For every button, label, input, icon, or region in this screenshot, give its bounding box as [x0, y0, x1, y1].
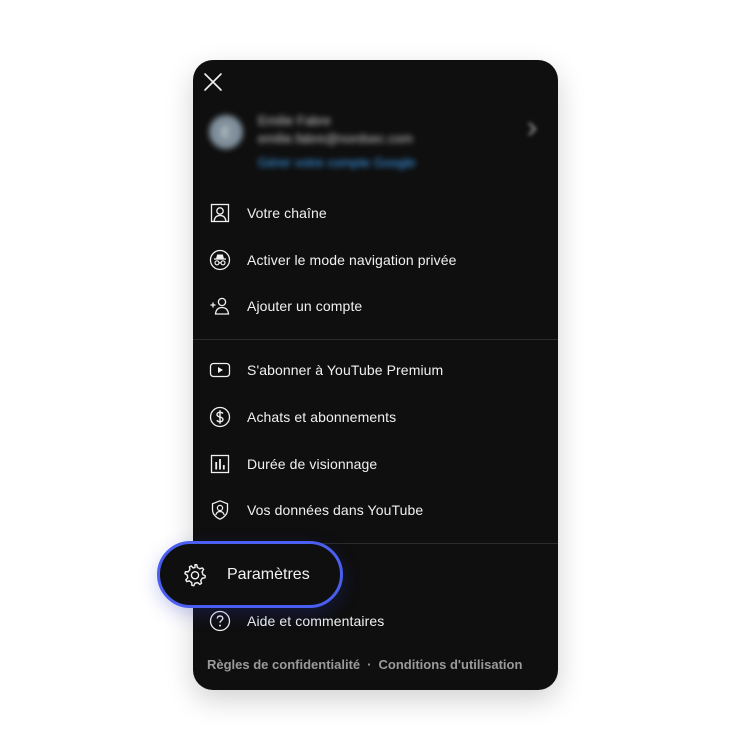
menu-item-label: Paramètres	[227, 565, 310, 583]
menu-item-youtube-premium[interactable]: S'abonner à YouTube Premium	[193, 348, 558, 392]
menu-item-label: Durée de visionnage	[247, 456, 378, 472]
account-header[interactable]: E Emilie Fabre emilie.fabre@nordsec.com …	[209, 112, 539, 184]
shield-user-icon	[209, 499, 231, 521]
menu-item-label: Votre chaîne	[247, 205, 327, 221]
stage: E Emilie Fabre emilie.fabre@nordsec.com …	[0, 0, 750, 750]
menu-item-label: Ajouter un compte	[247, 298, 363, 314]
close-icon	[204, 73, 222, 91]
chevron-right-icon	[528, 122, 537, 136]
add-account-icon	[209, 295, 231, 317]
avatar: E	[209, 115, 243, 149]
menu-item-label: Aide et commentaires	[247, 613, 385, 629]
privacy-link[interactable]: Règles de confidentialité	[207, 657, 360, 672]
menu-item-label: S'abonner à YouTube Premium	[247, 362, 444, 378]
account-email: emilie.fabre@nordsec.com	[258, 131, 413, 146]
account-info: Emilie Fabre emilie.fabre@nordsec.com Gé…	[258, 112, 416, 172]
menu-item-settings[interactable]: Paramètres	[157, 541, 343, 608]
gear-icon	[182, 562, 208, 588]
manage-account-link[interactable]: Gérer votre compte Google	[258, 154, 416, 172]
menu-item-label: Activer le mode navigation privée	[247, 252, 457, 268]
account-name: Emilie Fabre	[258, 113, 331, 128]
menu-item-your-data[interactable]: Vos données dans YouTube	[193, 488, 558, 532]
menu-item-add-account[interactable]: Ajouter un compte	[193, 284, 558, 328]
terms-link[interactable]: Conditions d'utilisation	[379, 657, 523, 672]
youtube-icon	[209, 359, 231, 381]
bar-chart-icon	[209, 453, 231, 475]
divider	[193, 339, 558, 340]
help-icon	[209, 610, 231, 632]
menu-item-your-channel[interactable]: Votre chaîne	[193, 191, 558, 235]
menu-item-label: Achats et abonnements	[247, 409, 397, 425]
menu-item-incognito[interactable]: Activer le mode navigation privée	[193, 238, 558, 282]
channel-icon	[209, 202, 231, 224]
menu-item-purchases[interactable]: Achats et abonnements	[193, 395, 558, 439]
incognito-icon	[209, 249, 231, 271]
footer-separator: ·	[367, 657, 372, 672]
close-button[interactable]	[201, 70, 225, 94]
dollar-icon	[209, 406, 231, 428]
footer-links: Règles de confidentialité · Conditions d'u…	[207, 657, 522, 672]
menu-item-watch-time[interactable]: Durée de visionnage	[193, 442, 558, 486]
menu-item-label: Vos données dans YouTube	[247, 502, 424, 518]
